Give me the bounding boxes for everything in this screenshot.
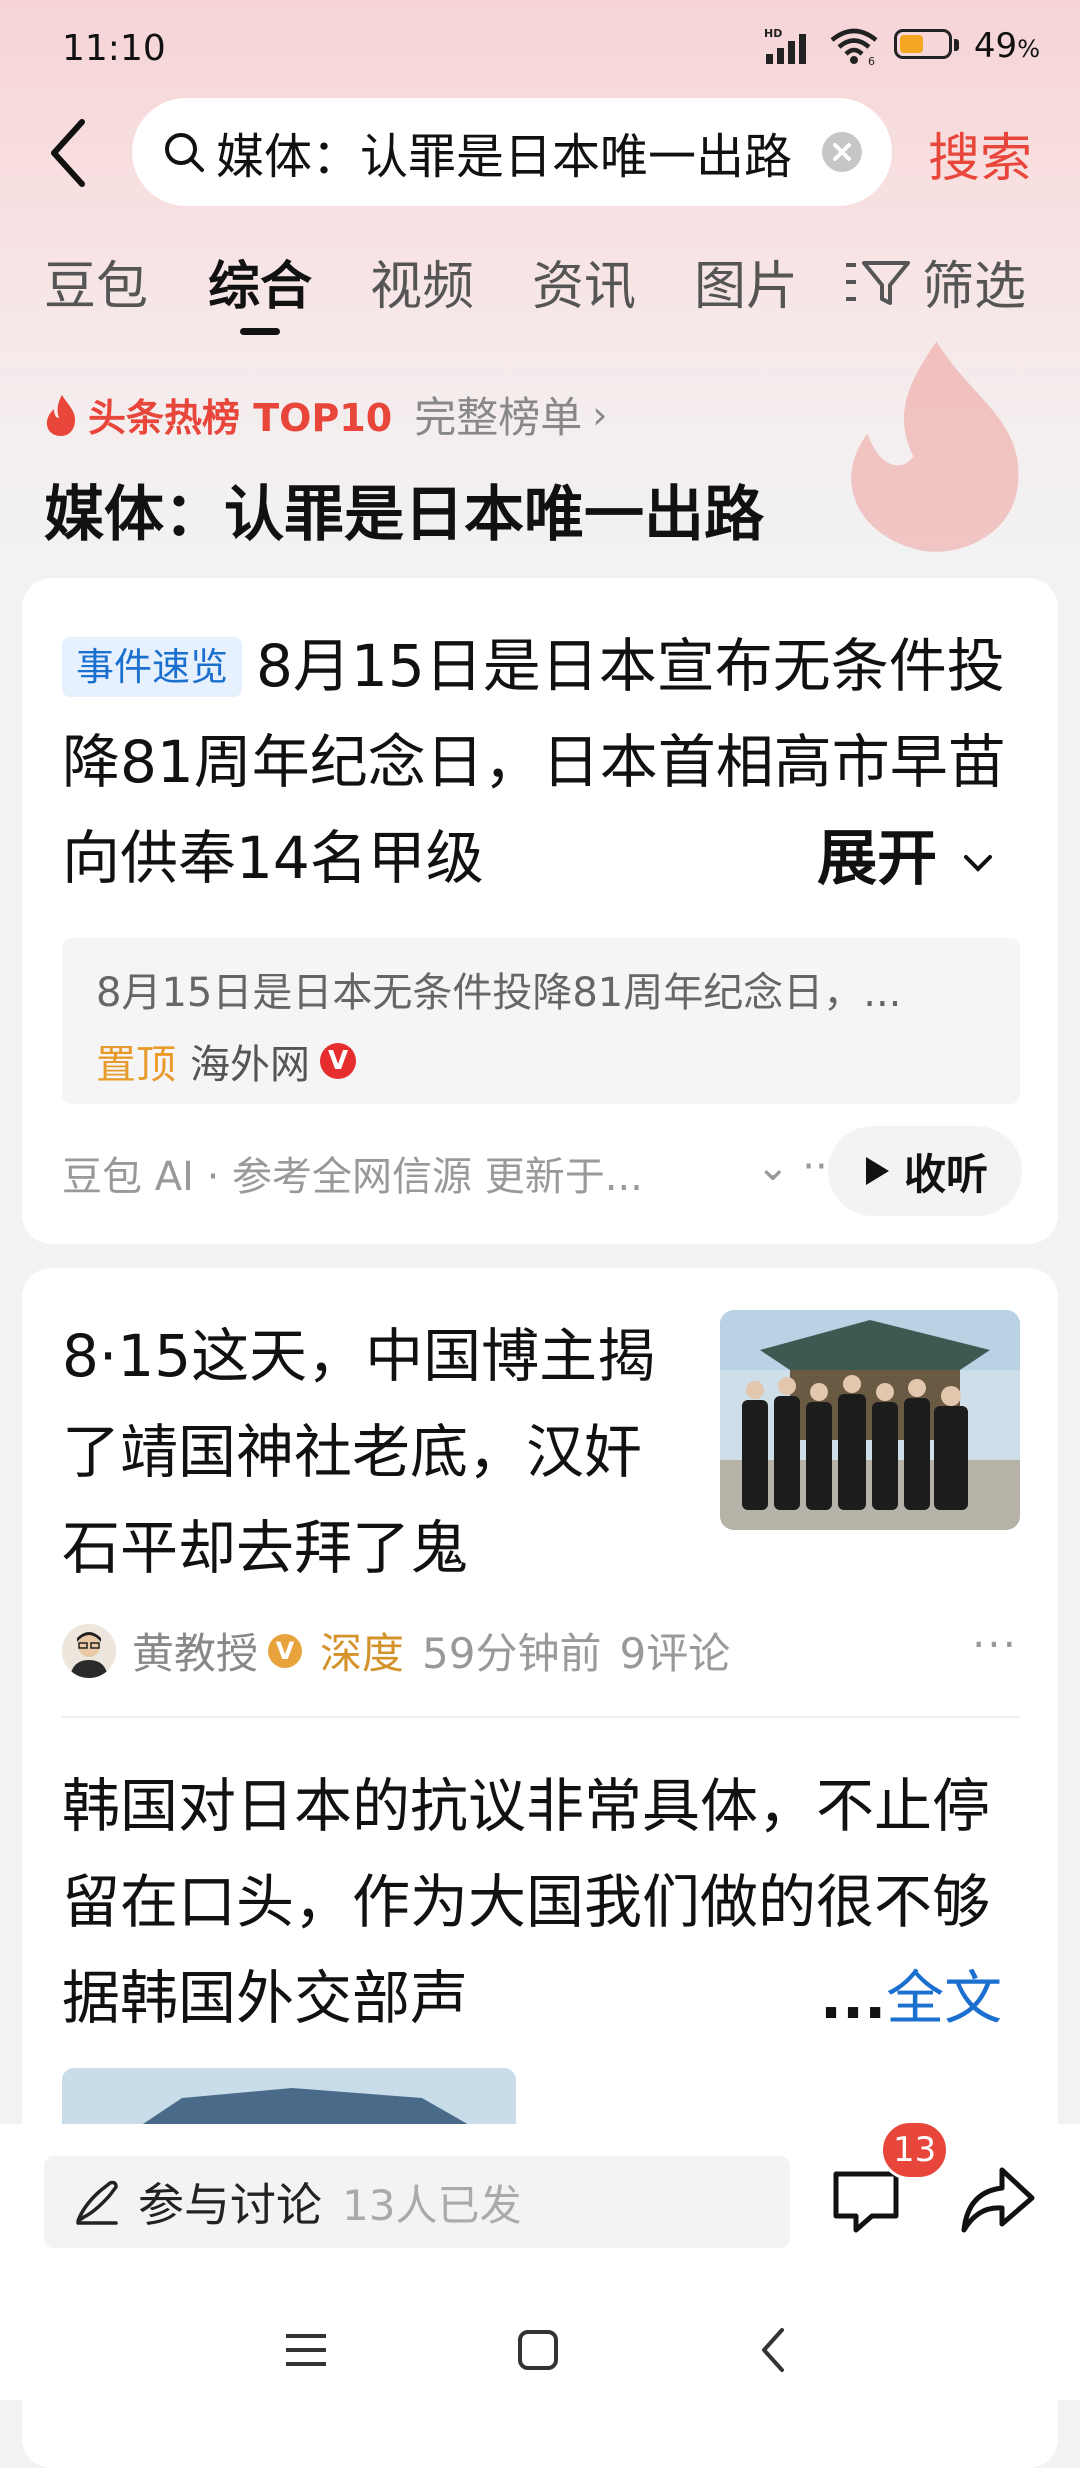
network-type: HD xyxy=(764,27,782,40)
listen-label: 收听 xyxy=(903,1149,988,1199)
more-icon[interactable]: ··· xyxy=(972,1620,1018,1669)
page-headline: 媒体：认罪是日本唯一出路 xyxy=(44,480,764,550)
divider xyxy=(62,1716,1020,1718)
battery-level xyxy=(899,35,923,53)
flame-watermark-icon xyxy=(851,341,1019,552)
ai-summary-card: 事件速览 8月15日是日本宣布无条件投降81周年纪念日，日本首相高市早苗向供奉14… xyxy=(22,578,1058,1244)
search-icon xyxy=(165,133,204,172)
play-icon xyxy=(865,1157,889,1185)
article-meta: 黄教授 V 深度 59分钟前 9评论 xyxy=(62,1620,730,1681)
status-time: 11:10 xyxy=(62,28,166,69)
avatar[interactable] xyxy=(62,1623,116,1678)
tab-news[interactable]: 资讯 xyxy=(532,244,636,319)
back-nav-icon[interactable] xyxy=(744,2320,804,2380)
article-time: 59分钟前 xyxy=(422,1629,602,1678)
full-list-link[interactable]: 完整榜单 xyxy=(414,384,582,445)
article-thumbnail[interactable] xyxy=(720,1310,1020,1530)
signal-icon: HD xyxy=(764,27,806,64)
tab-images[interactable]: 图片 xyxy=(694,244,798,319)
pen-icon xyxy=(76,2180,118,2225)
filter-button[interactable]: 筛选 xyxy=(842,244,1026,319)
discuss-label: 参与讨论 xyxy=(138,2178,322,2232)
verified-icon: V xyxy=(268,1633,303,1668)
system-nav-bar xyxy=(0,2300,1080,2400)
share-icon[interactable] xyxy=(958,2162,1038,2238)
quote-source[interactable]: 海外网 xyxy=(190,1032,310,1090)
search-query: 媒体：认罪是日本唯一出路 xyxy=(216,129,793,185)
hot-list-link[interactable]: 头条热榜 TOP10 完整榜单 › xyxy=(44,384,607,445)
tab-video[interactable]: 视频 xyxy=(370,244,474,319)
comment-count-badge: 13 xyxy=(880,2120,950,2180)
battery-icon xyxy=(893,29,960,63)
battery-percent: 49% xyxy=(973,26,1040,66)
status-bar: 11:10 HD 6 49% xyxy=(0,0,1080,100)
expand-button[interactable]: 展开 xyxy=(767,810,998,897)
tab-doubao[interactable]: 豆包 xyxy=(44,244,148,319)
depth-tag: 深度 xyxy=(320,1629,405,1678)
discuss-input[interactable]: 参与讨论 13人已发 xyxy=(44,2156,790,2248)
source-quote[interactable]: 8月15日是日本无条件投降81周年纪念日，... 置顶 海外网 V xyxy=(62,938,1020,1104)
ai-footnote: 豆包 AI · 参考全网信源 更新于... xyxy=(62,1154,643,1200)
expand-label: 展开 xyxy=(817,824,938,894)
tab-bar: 豆包 综合 视频 资讯 图片 筛选 xyxy=(0,244,1080,344)
participants-count: 13人已发 xyxy=(342,2180,522,2230)
full-text-link[interactable]: ...全文 xyxy=(810,1950,1003,2046)
active-tab-indicator xyxy=(240,328,280,335)
verified-icon: V xyxy=(320,1043,356,1079)
back-icon[interactable] xyxy=(40,108,100,198)
comment-count: 9评论 xyxy=(619,1629,731,1678)
chevron-right-icon: › xyxy=(592,392,608,437)
author-name[interactable]: 黄教授 xyxy=(132,1620,258,1681)
pinned-label: 置顶 xyxy=(96,1042,176,1088)
svg-text:6: 6 xyxy=(868,55,875,66)
filter-label: 筛选 xyxy=(922,257,1027,317)
wifi-icon: 6 xyxy=(830,28,878,66)
home-icon[interactable] xyxy=(508,2320,568,2380)
quote-text: 8月15日是日本无条件投降81周年纪念日，... xyxy=(96,970,902,1016)
event-overview-badge: 事件速览 xyxy=(62,637,243,697)
menu-icon[interactable] xyxy=(276,2320,336,2380)
chevron-down-icon xyxy=(964,855,992,872)
listen-button[interactable]: 收听 xyxy=(828,1126,1022,1216)
fire-icon xyxy=(46,394,76,436)
filter-icon xyxy=(846,260,910,305)
search-button[interactable]: 搜索 xyxy=(928,116,1032,191)
search-input[interactable]: 媒体：认罪是日本唯一出路 xyxy=(132,98,892,206)
tab-comprehensive[interactable]: 综合 xyxy=(208,244,312,319)
clear-icon[interactable] xyxy=(822,132,862,172)
full-text-label: 全文 xyxy=(886,1964,1003,2032)
article-title[interactable]: 8·15这天，中国博主揭了靖国神社老底，汉奸石平却去拜了鬼 xyxy=(62,1308,682,1596)
hot-list-label: 头条热榜 TOP10 xyxy=(88,396,393,440)
bottom-action-bar: 参与讨论 13人已发 13 xyxy=(0,2120,1080,2400)
